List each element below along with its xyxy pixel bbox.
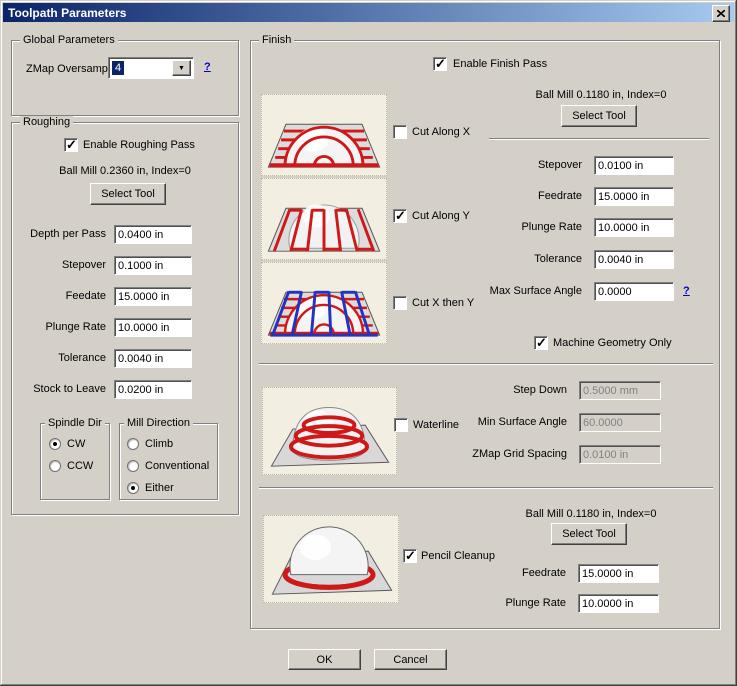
finish-feedrate-input[interactable] xyxy=(594,187,674,206)
finish-feedrate-label: Feedrate xyxy=(450,187,582,206)
roughing-tolerance-input[interactable] xyxy=(114,349,192,368)
global-parameters-group: Global Parameters ZMap Oversampling 4 ▼ … xyxy=(11,40,239,116)
waterline-checkbox[interactable] xyxy=(394,418,408,432)
pencil-cleanup-label: Pencil Cleanup xyxy=(421,549,495,563)
finish-plunge-rate-label: Plunge Rate xyxy=(450,218,582,237)
pencil-feedrate-input[interactable] xyxy=(578,564,659,583)
cut-x-then-y-checkbox[interactable] xyxy=(393,296,407,310)
pencil-feedrate-label: Feedrate xyxy=(426,564,566,583)
finish-group-label: Finish xyxy=(259,34,294,47)
toolpath-parameters-dialog: Toolpath Parameters Global Parameters ZM… xyxy=(0,0,737,686)
radio-cw-label: CW xyxy=(67,437,85,451)
pencil-cleanup-checkbox[interactable] xyxy=(403,549,417,563)
roughing-group: Roughing Enable Roughing Pass Ball Mill … xyxy=(11,122,239,515)
roughing-stepover-label: Stepover xyxy=(18,256,106,275)
roughing-plunge-rate-label: Plunge Rate xyxy=(18,318,106,337)
window-title: Toolpath Parameters xyxy=(3,6,126,20)
stock-to-leave-input[interactable] xyxy=(114,380,192,399)
machine-geometry-only-label: Machine Geometry Only xyxy=(553,336,672,350)
roughing-feedrate-label: Feedate xyxy=(18,287,106,306)
global-parameters-group-label: Global Parameters xyxy=(20,34,118,47)
finish-select-tool-button[interactable]: Select Tool xyxy=(561,105,637,127)
finish-tolerance-label: Tolerance xyxy=(450,250,582,269)
combobox-dropdown-button[interactable]: ▼ xyxy=(172,60,191,76)
enable-finish-label: Enable Finish Pass xyxy=(453,57,547,71)
enable-finish-checkbox[interactable] xyxy=(433,57,447,71)
radio-ccw[interactable] xyxy=(49,460,61,472)
waterline-section-separator xyxy=(259,363,713,365)
zmap-help-link[interactable]: ? xyxy=(204,59,211,75)
finish-tolerance-input[interactable] xyxy=(594,250,674,269)
roughing-select-tool-button[interactable]: Select Tool xyxy=(90,183,166,205)
radio-conventional-label: Conventional xyxy=(145,459,209,473)
roughing-tool-info: Ball Mill 0.2360 in, Index=0 xyxy=(12,162,238,181)
cut-along-x-checkbox[interactable] xyxy=(393,125,407,139)
radio-conventional[interactable] xyxy=(127,460,139,472)
pencil-plunge-rate-label: Plunge Rate xyxy=(426,594,566,613)
titlebar[interactable]: Toolpath Parameters xyxy=(3,3,734,22)
waterline-preview xyxy=(262,387,397,475)
pencil-select-tool-button[interactable]: Select Tool xyxy=(551,523,627,545)
tool-separator xyxy=(489,138,709,140)
finish-plunge-rate-input[interactable] xyxy=(594,218,674,237)
combobox-selected-value: 4 xyxy=(112,61,124,75)
zmap-oversampling-combobox[interactable]: 4 ▼ xyxy=(108,57,194,79)
zmap-grid-spacing-label: ZMap Grid Spacing xyxy=(411,445,567,464)
enable-roughing-checkbox[interactable] xyxy=(64,138,78,152)
pencil-tool-info: Ball Mill 0.1180 in, Index=0 xyxy=(481,505,701,524)
dropdown-arrow-icon: ▼ xyxy=(178,65,185,72)
roughing-tolerance-label: Tolerance xyxy=(18,349,106,368)
depth-per-pass-label: Depth per Pass xyxy=(18,225,106,244)
radio-cw[interactable] xyxy=(49,438,61,450)
min-surface-angle-label: Min Surface Angle xyxy=(411,413,567,432)
spindle-dir-group: Spindle Dir CW CCW xyxy=(40,423,110,500)
cut-along-y-preview xyxy=(261,178,387,260)
min-surface-angle-input xyxy=(579,413,661,432)
finish-group: Finish Enable Finish Pass Ball Mill 0.11… xyxy=(250,40,720,629)
spindle-dir-group-label: Spindle Dir xyxy=(45,417,105,430)
pencil-plunge-rate-input[interactable] xyxy=(578,594,659,613)
machine-geometry-only-checkbox[interactable] xyxy=(534,336,548,350)
roughing-stepover-input[interactable] xyxy=(114,256,192,275)
close-button[interactable] xyxy=(712,5,730,22)
step-down-input xyxy=(579,381,661,400)
ok-button[interactable]: OK xyxy=(288,649,361,670)
radio-ccw-label: CCW xyxy=(67,459,93,473)
cut-along-x-preview xyxy=(261,94,387,176)
cut-x-then-y-preview xyxy=(261,262,387,344)
depth-per-pass-input[interactable] xyxy=(114,225,192,244)
max-surface-angle-input[interactable] xyxy=(594,282,674,301)
max-surface-angle-label: Max Surface Angle xyxy=(450,282,582,301)
radio-climb[interactable] xyxy=(127,438,139,450)
roughing-plunge-rate-input[interactable] xyxy=(114,318,192,337)
finish-stepover-label: Stepover xyxy=(450,156,582,175)
mill-direction-group-label: Mill Direction xyxy=(124,417,193,430)
stock-to-leave-label: Stock to Leave xyxy=(18,380,106,399)
step-down-label: Step Down xyxy=(411,381,567,400)
zmap-grid-spacing-input xyxy=(579,445,661,464)
mill-direction-group: Mill Direction Climb Conventional Either xyxy=(119,423,218,500)
cancel-button[interactable]: Cancel xyxy=(374,649,447,670)
enable-roughing-label: Enable Roughing Pass xyxy=(83,138,195,152)
pencil-cleanup-preview xyxy=(263,515,399,603)
radio-either[interactable] xyxy=(127,482,139,494)
radio-climb-label: Climb xyxy=(145,437,173,451)
roughing-feedrate-input[interactable] xyxy=(114,287,192,306)
cut-along-y-checkbox[interactable] xyxy=(393,209,407,223)
finish-tool-info: Ball Mill 0.1180 in, Index=0 xyxy=(491,86,711,105)
radio-either-label: Either xyxy=(145,481,174,495)
cut-along-x-label: Cut Along X xyxy=(412,125,470,139)
close-icon xyxy=(717,10,725,17)
finish-stepover-input[interactable] xyxy=(594,156,674,175)
max-surface-angle-help-link[interactable]: ? xyxy=(683,283,690,299)
roughing-group-label: Roughing xyxy=(20,116,73,129)
pencil-section-separator xyxy=(259,487,713,489)
